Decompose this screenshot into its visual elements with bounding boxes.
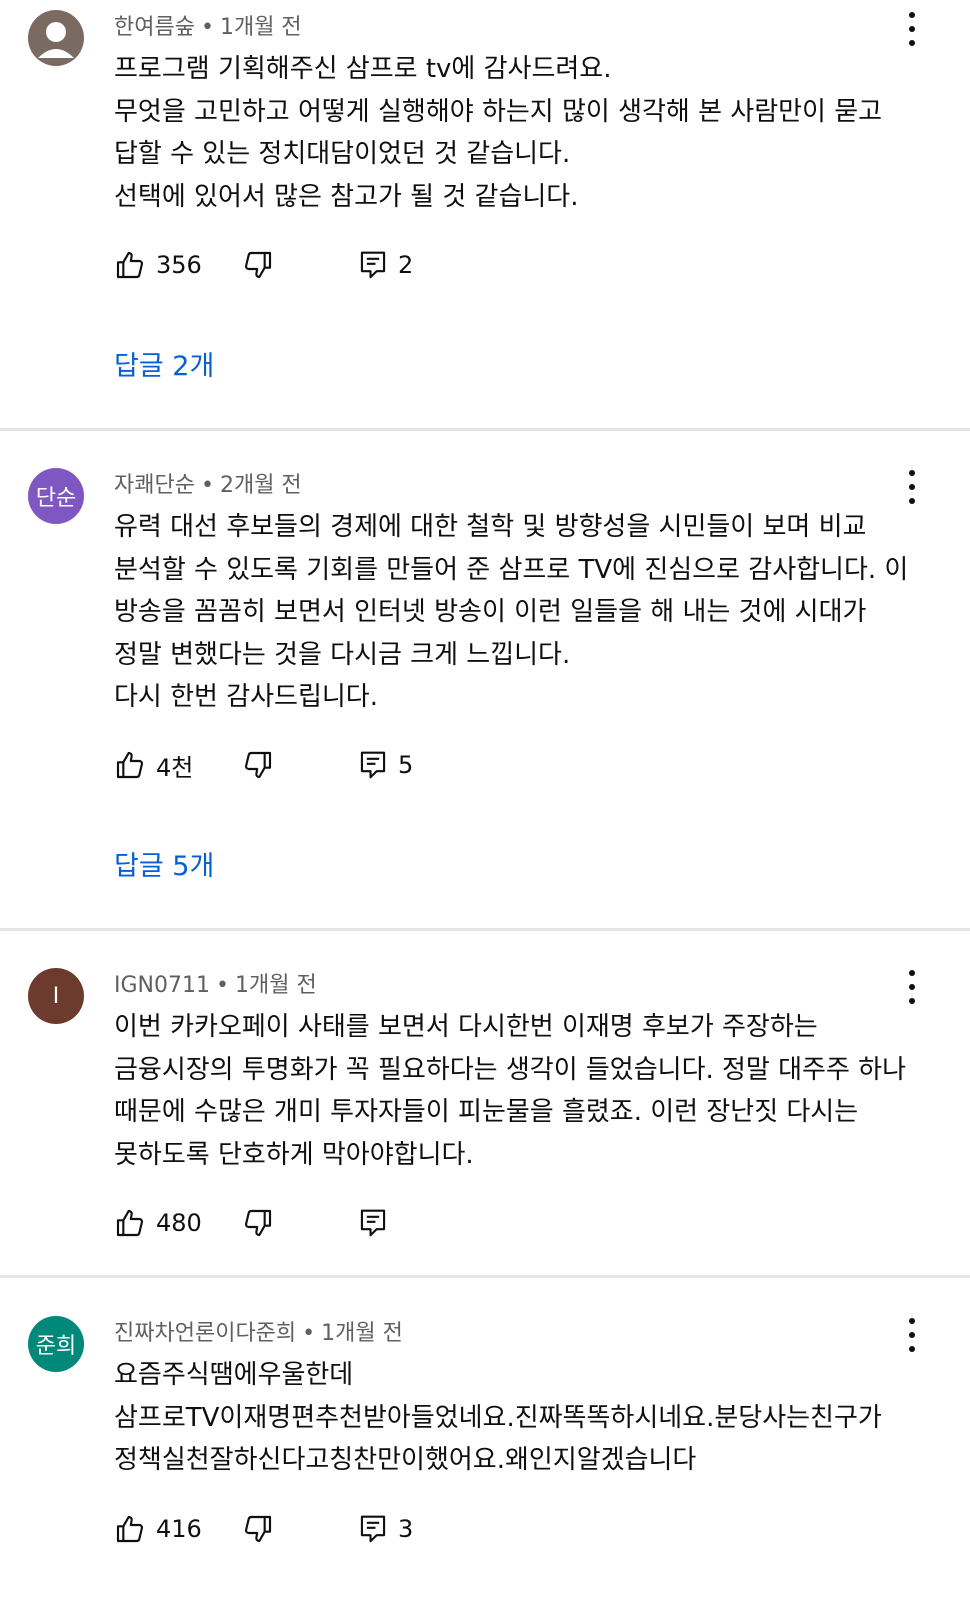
author-name[interactable]: 자쾌단순 bbox=[114, 473, 195, 498]
more-options-icon[interactable] bbox=[900, 12, 924, 46]
thumbs-down-icon bbox=[244, 751, 272, 779]
view-replies-button[interactable]: 답글 5개 bbox=[114, 844, 214, 883]
comment-meta: IGN0711 • 1개월 전 bbox=[114, 967, 317, 999]
comment-line: 선택에 있어서 많은 참고가 될 것 같습니다. bbox=[114, 181, 579, 212]
reply-button[interactable] bbox=[358, 1203, 398, 1243]
comment-line: 방송을 꼼꼼히 보면서 인터넷 방송이 이런 일들을 해 내는 것에 시대가 bbox=[114, 597, 867, 627]
comment-text: 이번 카카오페이 사태를 보면서 다시한번 이재명 후보가 주장하는 금융시장의… bbox=[114, 1006, 940, 1176]
like-button[interactable]: 416 bbox=[114, 1509, 202, 1549]
comment-time: 1개월 전 bbox=[219, 15, 302, 40]
comment-icon bbox=[360, 751, 386, 779]
comment-line: 때문에 수많은 개미 투자자들이 피눈물을 흘렸죠. 이런 장난짓 다시는 bbox=[114, 1097, 859, 1127]
thumbs-up-icon bbox=[116, 1515, 144, 1543]
avatar[interactable]: 준희 bbox=[28, 1316, 84, 1372]
reply-count: 2 bbox=[398, 251, 414, 279]
comment-line: 무엇을 고민하고 어떻게 실행해야 하는지 많이 생각해 본 사람만이 묻고 bbox=[114, 96, 883, 127]
comment-time: 2개월 전 bbox=[219, 473, 302, 498]
comment-text: 요즘주식땜에우울한데 삼프로TV이재명편추천받아들었네요.진짜똑똑하시네요.분당… bbox=[114, 1354, 940, 1482]
like-button[interactable]: 4천 bbox=[114, 745, 193, 785]
comment-text: 프로그램 기획해주신 삼프로 tv에 감사드려요. 무엇을 고민하고 어떻게 실… bbox=[114, 48, 940, 218]
comment-meta: 진짜차언론이다준희 • 1개월 전 bbox=[114, 1315, 403, 1347]
comment-line: 프로그램 기획해주신 삼프로 tv에 감사드려요. bbox=[114, 54, 612, 84]
comment-time: 1개월 전 bbox=[234, 973, 317, 998]
comment-line: 유력 대선 후보들의 경제에 대한 철학 및 방향성을 시민들이 보며 비교 bbox=[114, 512, 867, 542]
comment-icon bbox=[360, 251, 386, 279]
like-count: 4천 bbox=[156, 753, 194, 782]
more-options-icon[interactable] bbox=[900, 970, 924, 1004]
comment-line: 금융시장의 투명화가 꼭 필요하다는 생각이 들었습니다. 정말 대주주 하나 bbox=[114, 1054, 906, 1085]
thumbs-down-icon bbox=[244, 251, 272, 279]
comment-actions: 4천 5 bbox=[114, 745, 514, 785]
comment-icon bbox=[360, 1209, 386, 1237]
like-count: 356 bbox=[156, 251, 202, 279]
separator-dot: • bbox=[215, 973, 229, 998]
separator-dot: • bbox=[302, 1321, 316, 1346]
comment-line: 못하도록 단호하게 막아야합니다. bbox=[114, 1139, 474, 1170]
more-options-icon[interactable] bbox=[900, 470, 924, 504]
comment-icon bbox=[360, 1515, 386, 1543]
divider bbox=[0, 428, 970, 431]
comment-actions: 356 2 bbox=[114, 245, 514, 285]
more-options-icon[interactable] bbox=[900, 1318, 924, 1352]
avatar[interactable] bbox=[28, 10, 84, 66]
divider bbox=[0, 1275, 970, 1278]
avatar[interactable]: I bbox=[28, 968, 84, 1024]
comment-time: 1개월 전 bbox=[321, 1321, 403, 1346]
like-count: 480 bbox=[156, 1209, 202, 1237]
divider bbox=[0, 928, 970, 931]
like-count: 416 bbox=[156, 1515, 202, 1543]
separator-dot: • bbox=[200, 15, 214, 40]
comment-meta: 자쾌단순 • 2개월 전 bbox=[114, 467, 302, 499]
thumbs-up-icon bbox=[116, 251, 144, 279]
like-button[interactable]: 480 bbox=[114, 1203, 202, 1243]
comment-actions: 416 3 bbox=[114, 1509, 514, 1549]
thumbs-down-icon bbox=[244, 1209, 272, 1237]
thumbs-down-icon bbox=[244, 1515, 272, 1543]
comment-line: 삼프로TV이재명편추천받아들었네요.진짜똑똑하시네요.분당사는친구가 bbox=[114, 1402, 882, 1433]
thumbs-up-icon bbox=[116, 1209, 144, 1237]
view-replies-button[interactable]: 답글 2개 bbox=[114, 344, 214, 383]
dislike-button[interactable] bbox=[242, 1203, 274, 1243]
comment-line: 정말 변했다는 것을 다시금 크게 느낍니다. bbox=[114, 639, 571, 670]
author-name[interactable]: 한여름숲 bbox=[114, 15, 195, 40]
thumbs-up-icon bbox=[116, 751, 144, 779]
dislike-button[interactable] bbox=[242, 745, 274, 785]
default-avatar-icon bbox=[38, 22, 74, 58]
author-name[interactable]: IGN0711 bbox=[114, 973, 210, 998]
comment-line: 답할 수 있는 정치대담이었던 것 같습니다. bbox=[114, 139, 571, 169]
comment-line: 다시 한번 감사드립니다. bbox=[114, 682, 378, 712]
reply-button[interactable]: 3 bbox=[358, 1509, 413, 1549]
reply-button[interactable]: 2 bbox=[358, 245, 413, 285]
avatar[interactable]: 단순 bbox=[28, 468, 84, 524]
author-name[interactable]: 진짜차언론이다준희 bbox=[114, 1321, 296, 1346]
comment-line: 이번 카카오페이 사태를 보면서 다시한번 이재명 후보가 주장하는 bbox=[114, 1012, 818, 1042]
dislike-button[interactable] bbox=[242, 245, 274, 285]
reply-count: 5 bbox=[398, 751, 414, 779]
comment-line: 분석할 수 있도록 기회를 만들어 준 삼프로 TV에 진심으로 감사합니다. … bbox=[114, 554, 909, 585]
reply-button[interactable]: 5 bbox=[358, 745, 413, 785]
comment-meta: 한여름숲 • 1개월 전 bbox=[114, 9, 302, 41]
comment-line: 정책실천잘하신다고칭찬만이했어요.왜인지알겠습니다 bbox=[114, 1445, 697, 1475]
separator-dot: • bbox=[200, 473, 214, 498]
comment-line: 요즘주식땜에우울한데 bbox=[114, 1360, 354, 1390]
reply-count: 3 bbox=[398, 1515, 414, 1543]
comment-text: 유력 대선 후보들의 경제에 대한 철학 및 방향성을 시민들이 보며 비교 분… bbox=[114, 506, 940, 719]
dislike-button[interactable] bbox=[242, 1509, 274, 1549]
like-button[interactable]: 356 bbox=[114, 245, 202, 285]
comment-actions: 480 bbox=[114, 1203, 514, 1243]
